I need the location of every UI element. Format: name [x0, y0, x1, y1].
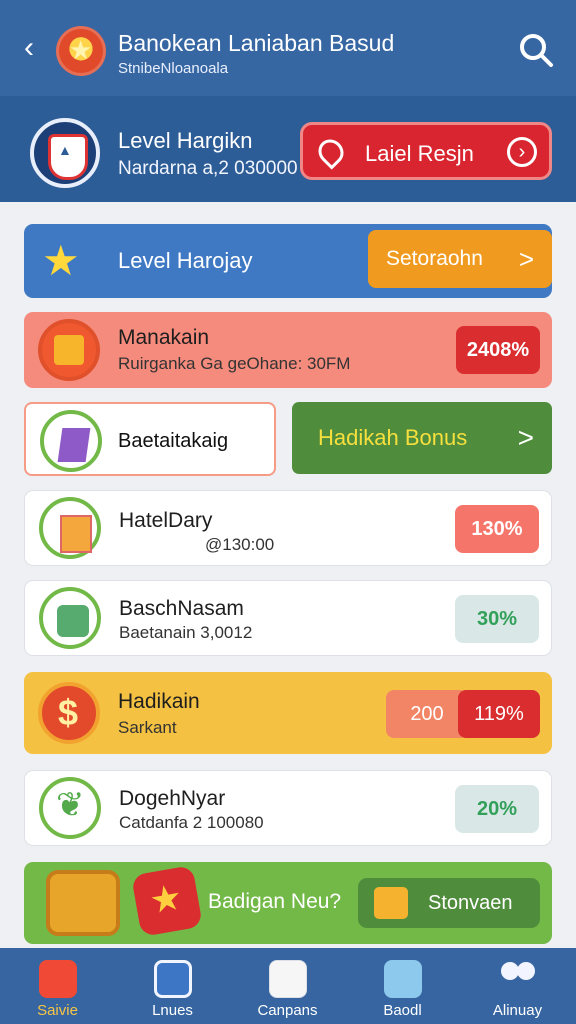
item-title: Manakain	[118, 326, 210, 349]
list-item[interactable]: DogehNyar Catdanfa 2 100080 20%	[24, 770, 552, 846]
item-subtitle: @130:00	[205, 535, 275, 554]
app-title: Banokean Laniaban Basud	[118, 30, 395, 56]
location-pin-icon	[313, 134, 349, 170]
item-value: 130%	[455, 505, 539, 553]
level-row-button-label: Setoraohn	[386, 247, 483, 270]
item-subtitle: Sarkant	[118, 718, 177, 737]
arrow-right-icon: ›	[507, 137, 537, 167]
treasure-chest-icon	[46, 870, 120, 936]
list-item[interactable]: Baetaitakaig	[24, 402, 276, 476]
shield-badge-icon	[30, 118, 100, 188]
item-title: Baetaitakaig	[118, 430, 229, 452]
nav-label: Lnues	[152, 1002, 193, 1019]
card-icon	[39, 497, 101, 559]
leaf-icon	[39, 777, 101, 839]
gift-icon	[38, 319, 100, 381]
back-button[interactable]: ‹	[14, 30, 44, 66]
bottom-navigation: Saivie Lnues Canpans Baodl Alinuay	[0, 948, 576, 1024]
level-title: Level Hargikn	[118, 128, 253, 153]
reward-icon	[131, 865, 203, 937]
book-icon	[40, 410, 102, 472]
level-row: ★ Level Harojay Setoraohn >	[24, 224, 552, 298]
stats-icon	[154, 960, 192, 998]
item-subtitle: Baetanain 3,0012	[119, 623, 253, 642]
app-subtitle: StnibeNloanoala	[118, 60, 229, 77]
users-icon	[499, 960, 537, 998]
list-item[interactable]: HatelDary @130:00 130%	[24, 490, 552, 566]
item-value-right: 119%	[458, 690, 540, 738]
chevron-right-icon: >	[518, 244, 534, 274]
star-icon: ★	[42, 237, 80, 284]
item-value: 30%	[455, 595, 539, 643]
search-icon[interactable]	[518, 32, 554, 68]
bonus-label: Hadikah Bonus	[318, 425, 468, 450]
nav-label: Baodl	[383, 1002, 422, 1019]
level-row-title: Level Harojay	[118, 248, 253, 273]
promo-banner: Badigan Neu? Stonvaen	[24, 862, 552, 944]
dollar-coin-icon	[38, 682, 100, 744]
nav-item-canpans[interactable]: Canpans	[230, 948, 345, 1024]
list-item[interactable]: Hadikain Sarkant 200 119%	[24, 672, 552, 754]
profile-icon	[269, 960, 307, 998]
top-app-bar: ‹ Banokean Laniaban Basud StnibeNloanoal…	[0, 0, 576, 96]
list-item[interactable]: Manakain Ruirganka Ga geOhane: 30FM 2408…	[24, 312, 552, 388]
value-pair: 200 119%	[386, 690, 540, 738]
promo-button[interactable]: Stonvaen	[358, 878, 540, 928]
package-icon	[39, 587, 101, 649]
item-subtitle: Catdanfa 2 100080	[119, 813, 264, 832]
nav-item-saivie[interactable]: Saivie	[0, 948, 115, 1024]
level-value: Nardarna a,2 030000	[118, 158, 298, 179]
item-subtitle: Ruirganka Ga geOhane: 30FM	[118, 354, 351, 373]
nav-item-baodl[interactable]: Baodl	[345, 948, 460, 1024]
list-item[interactable]: BaschNasam Baetanain 3,0012 30%	[24, 580, 552, 656]
clipboard-icon	[384, 960, 422, 998]
level-reset-label: Laiel Resjn	[365, 141, 474, 166]
level-row-button[interactable]: Setoraohn >	[368, 230, 552, 288]
level-reset-button[interactable]: Laiel Resjn ›	[300, 122, 552, 180]
item-title: HatelDary	[119, 509, 213, 532]
nav-label: Alinuay	[492, 1002, 543, 1019]
alarm-icon	[39, 960, 77, 998]
trophy-icon	[56, 26, 106, 76]
nav-item-lnues[interactable]: Lnues	[115, 948, 230, 1024]
promo-text: Badigan Neu?	[208, 890, 342, 913]
bonus-button[interactable]: Hadikah Bonus >	[292, 402, 552, 474]
item-title: DogehNyar	[119, 787, 226, 810]
nav-label: Canpans	[257, 1002, 318, 1019]
item-title: Hadikain	[118, 690, 200, 713]
item-value: 20%	[455, 785, 539, 833]
nav-label: Saivie	[37, 1002, 78, 1019]
item-value-left: 200	[386, 690, 468, 738]
nav-item-alinuay[interactable]: Alinuay	[460, 948, 575, 1024]
item-value: 2408%	[456, 326, 540, 374]
chevron-right-icon: >	[517, 422, 534, 453]
item-title: BaschNasam	[119, 597, 244, 620]
